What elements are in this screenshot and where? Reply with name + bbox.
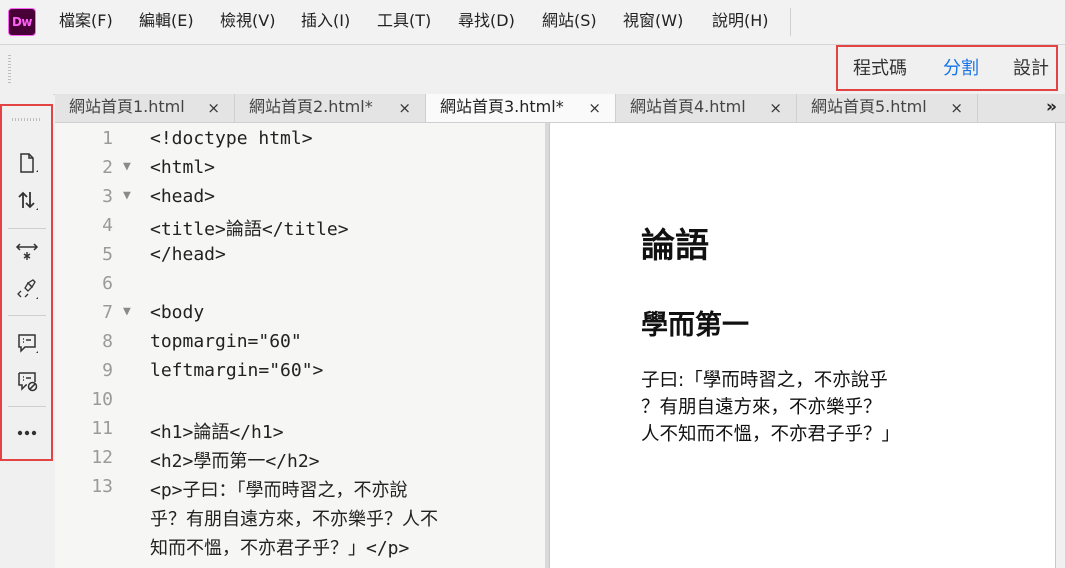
- new-document-icon[interactable]: [10, 146, 44, 180]
- design-heading-1: 論語: [641, 226, 709, 266]
- design-view[interactable]: 論語 學而第一 子曰:「學而時習之，不亦說乎 ？有朋自遠方來，不亦樂乎？ 人不知…: [549, 123, 1056, 568]
- split-view-button[interactable]: 分割: [943, 47, 979, 91]
- right-edge: [1056, 123, 1065, 568]
- tab-overflow-icon[interactable]: »: [1046, 94, 1057, 122]
- close-icon[interactable]: ×: [588, 95, 601, 121]
- remove-comment-icon[interactable]: [10, 364, 44, 398]
- code-text: topmargin="60": [150, 331, 302, 352]
- menu-insert[interactable]: 插入(I): [301, 0, 350, 44]
- line-number: 10: [91, 389, 113, 410]
- menu-help[interactable]: 說明(H): [712, 0, 769, 44]
- menu-view[interactable]: 檢視(V): [220, 0, 275, 44]
- toolbar-divider: [8, 406, 46, 407]
- format-source-icon[interactable]: [10, 272, 44, 306]
- tab-label: 網站首頁2.html*: [249, 97, 373, 116]
- code-text: <p>子曰：「學而時習之，不亦說: [150, 480, 408, 501]
- code-line[interactable]: 3 ▼ <head>: [55, 186, 545, 215]
- design-paragraph: 子曰:「學而時習之，不亦說乎 ？有朋自遠方來，不亦樂乎？ 人不知而不慍，不亦君子…: [641, 367, 959, 448]
- code-text: <h2>學而第一</h2>: [150, 451, 320, 472]
- menu-bar: Dw 檔案(F) 編輯(E) 檢視(V) 插入(I) 工具(T) 尋找(D) 網…: [0, 0, 1065, 45]
- line-number: 13: [91, 476, 113, 497]
- design-view-button[interactable]: 設計: [1013, 47, 1049, 91]
- tab-document-3[interactable]: 網站首頁3.html* ×: [426, 94, 616, 122]
- code-line[interactable]: 8 topmargin="60": [55, 331, 545, 360]
- line-number: 6: [102, 273, 113, 294]
- menu-site[interactable]: 網站(S): [542, 0, 597, 44]
- design-paragraph-line: 人不知而不慍，不亦君子乎？」: [641, 424, 901, 445]
- line-number: 8: [102, 331, 113, 352]
- toolbar-grip[interactable]: [8, 55, 11, 83]
- code-text-wrapped: 知而不慍，不亦君子乎？」</p>: [150, 538, 410, 559]
- close-icon[interactable]: ×: [398, 95, 411, 121]
- sort-icon[interactable]: [10, 183, 44, 217]
- code-line[interactable]: 4 <title>論語</title>: [55, 215, 545, 244]
- menu-divider: [790, 8, 791, 36]
- code-text: <title>論語</title>: [150, 219, 349, 240]
- tab-label: 網站首頁5.html: [811, 97, 927, 116]
- code-text: <body: [150, 302, 205, 323]
- view-switcher: 程式碼 分割 設計: [836, 45, 1058, 91]
- document-toolbar: 程式碼 分割 設計: [0, 45, 1065, 95]
- code-line[interactable]: 7 ▼ <body: [55, 302, 545, 331]
- tab-document-1[interactable]: 網站首頁1.html ×: [55, 94, 235, 122]
- fold-toggle-icon[interactable]: ▼: [123, 188, 131, 203]
- tab-document-5[interactable]: 網站首頁5.html ×: [797, 94, 978, 122]
- code-text-wrapped: 乎？有朋自遠方來，不亦樂乎？人不: [150, 509, 438, 530]
- line-number: 9: [102, 360, 113, 381]
- code-view[interactable]: 1 <!doctype html> 2 ▼ <html> 3 ▼ <head> 4 <title>…: [55, 123, 545, 568]
- code-text: </head>: [150, 244, 226, 265]
- tab-label: 網站首頁1.html: [69, 97, 185, 116]
- line-number: 3: [102, 186, 113, 207]
- line-number: 1: [102, 128, 113, 149]
- line-number: 2: [102, 157, 113, 178]
- code-text: <!doctype html>: [150, 128, 313, 149]
- menu-find[interactable]: 尋找(D): [458, 0, 515, 44]
- fold-toggle-icon[interactable]: ▼: [123, 159, 131, 174]
- line-number: 7: [102, 302, 113, 323]
- common-toolbar-grip[interactable]: [12, 118, 40, 121]
- code-line[interactable]: 13 <p>子曰：「學而時習之，不亦說: [55, 476, 545, 505]
- document-tabs: 網站首頁1.html × 網站首頁2.html* × 網站首頁3.html* ×…: [55, 94, 1065, 123]
- code-line[interactable]: 2 ▼ <html>: [55, 157, 545, 186]
- apply-comment-icon[interactable]: [10, 326, 44, 360]
- code-line[interactable]: 1 <!doctype html>: [55, 128, 545, 157]
- code-text: <h1>論語</h1>: [150, 422, 284, 443]
- code-line[interactable]: 6: [55, 273, 545, 302]
- line-number: 4: [102, 215, 113, 236]
- code-line[interactable]: 11 <h1>論語</h1>: [55, 418, 545, 447]
- more-icon[interactable]: [10, 416, 44, 450]
- design-paragraph-line: 子曰:「學而時習之，不亦說乎: [641, 370, 888, 391]
- code-text: <html>: [150, 157, 216, 178]
- design-paragraph-line: ？有朋自遠方來，不亦樂乎？: [641, 397, 882, 418]
- code-text: leftmargin="60">: [150, 360, 324, 381]
- toolbar-divider: [8, 228, 46, 229]
- code-line[interactable]: 9 leftmargin="60">: [55, 360, 545, 389]
- close-icon[interactable]: ×: [769, 95, 782, 121]
- code-line[interactable]: 5 </head>: [55, 244, 545, 273]
- fold-toggle-icon[interactable]: ▼: [123, 304, 131, 319]
- menu-file[interactable]: 檔案(F): [59, 0, 113, 44]
- tab-document-2[interactable]: 網站首頁2.html* ×: [235, 94, 426, 122]
- line-number: 11: [91, 418, 113, 439]
- line-number: 12: [91, 447, 113, 468]
- tab-label: 網站首頁4.html: [630, 97, 746, 116]
- close-icon[interactable]: ×: [207, 95, 220, 121]
- toolbar-divider: [8, 315, 46, 316]
- common-toolbar: [0, 104, 53, 461]
- code-line[interactable]: 10: [55, 389, 545, 418]
- menu-tools[interactable]: 工具(T): [377, 0, 431, 44]
- dreamweaver-logo: Dw: [8, 8, 36, 36]
- expand-collapse-icon[interactable]: [10, 234, 44, 268]
- tab-label: 網站首頁3.html*: [440, 97, 564, 116]
- code-text: <head>: [150, 186, 216, 207]
- design-heading-2: 學而第一: [641, 310, 749, 341]
- close-icon[interactable]: ×: [950, 95, 963, 121]
- tab-document-4[interactable]: 網站首頁4.html ×: [616, 94, 797, 122]
- menu-window[interactable]: 視窗(W): [623, 0, 683, 44]
- line-number: 5: [102, 244, 113, 265]
- menu-edit[interactable]: 編輯(E): [139, 0, 194, 44]
- code-line[interactable]: 12 <h2>學而第一</h2>: [55, 447, 545, 476]
- code-view-button[interactable]: 程式碼: [853, 47, 907, 91]
